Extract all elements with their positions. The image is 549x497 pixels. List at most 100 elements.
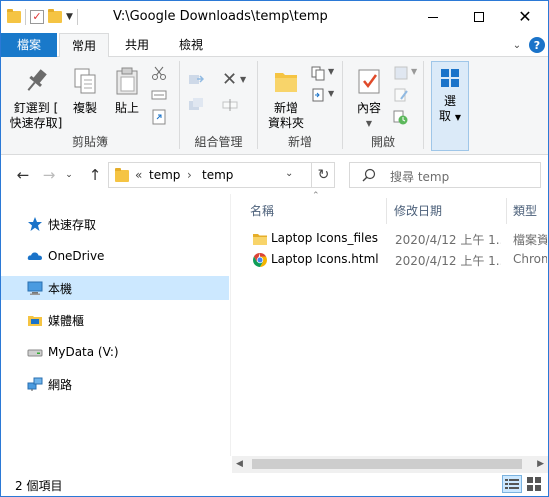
- help-icon[interactable]: ?: [529, 37, 545, 53]
- chevron-down-icon: ⌄: [65, 170, 73, 180]
- quick-access-toolbar: ✓ ▼: [7, 7, 78, 27]
- paste-label: 貼上: [114, 101, 139, 115]
- file-name: Laptop Icons_files: [271, 231, 378, 245]
- sort-ascending-icon: ⌃: [312, 191, 320, 201]
- scroll-right-icon[interactable]: ▶: [537, 459, 544, 469]
- customize-qat-dropdown-icon[interactable]: ▼: [66, 12, 73, 22]
- move-to-icon[interactable]: [188, 71, 204, 87]
- easy-access-icon[interactable]: [310, 87, 326, 103]
- address-bar[interactable]: « temp › temp ⌄ ↻: [108, 162, 335, 188]
- clipboard-group: 釘選到 [ 快速存取] 複製 貼上 剪貼簿: [1, 57, 179, 155]
- copy-to-icon[interactable]: [188, 97, 204, 113]
- tab-file[interactable]: 檔案: [1, 33, 57, 57]
- new-folder-button[interactable]: 新增 資料夾: [262, 65, 310, 131]
- sidebar-item-quick-access[interactable]: 快速存取: [1, 212, 229, 236]
- sidebar-item-label: 本機: [48, 281, 73, 296]
- recent-locations-button[interactable]: ⌄: [63, 165, 75, 185]
- column-divider[interactable]: [506, 198, 507, 224]
- maximize-button[interactable]: [456, 1, 502, 33]
- horizontal-scrollbar[interactable]: ◀ ▶: [232, 456, 548, 473]
- address-overflow[interactable]: «: [135, 168, 142, 182]
- search-box[interactable]: 搜尋 temp: [349, 162, 541, 188]
- breadcrumb-segment[interactable]: temp: [202, 168, 233, 182]
- star-icon: [28, 217, 42, 231]
- open-icon[interactable]: [393, 65, 409, 81]
- up-arrow-icon: ↑: [88, 166, 102, 184]
- file-name: Laptop Icons.html: [271, 252, 379, 266]
- sidebar-item-network[interactable]: 網路: [1, 372, 229, 396]
- file-date: 2020/4/12 上午 1...: [395, 233, 501, 247]
- forward-button[interactable]: →: [39, 165, 59, 185]
- scroll-left-icon[interactable]: ◀: [236, 459, 243, 469]
- copy-path-icon[interactable]: [151, 87, 167, 103]
- file-list: ⌃ 名稱 修改日期 類型 Laptop Icons_files 2020/4/1…: [232, 191, 548, 456]
- properties-label: 內容: [356, 101, 381, 115]
- tab-view[interactable]: 檢視: [165, 33, 217, 57]
- file-type: 檔案資: [513, 233, 547, 247]
- sidebar-item-mydata-drive[interactable]: MyData (V:): [1, 340, 229, 364]
- pin-to-quick-access-button[interactable]: 釘選到 [ 快速存取]: [7, 65, 65, 131]
- search-input[interactable]: 搜尋 temp: [390, 168, 449, 185]
- easy-access-dropdown-icon[interactable]: ▼: [328, 89, 334, 98]
- organize-group: ✕ ▼ 組合管理: [180, 57, 257, 155]
- edit-icon[interactable]: [393, 87, 409, 103]
- sidebar-item-libraries[interactable]: 媒體櫃: [1, 308, 229, 332]
- open-dropdown-icon[interactable]: ▼: [411, 67, 417, 76]
- back-arrow-icon: ←: [16, 166, 30, 184]
- delete-icon[interactable]: ✕: [222, 69, 237, 90]
- cut-icon[interactable]: [151, 65, 167, 81]
- minimize-button[interactable]: [410, 1, 456, 33]
- pin-icon: [20, 65, 52, 97]
- column-divider[interactable]: [386, 198, 387, 224]
- new-group: 新增 資料夾 ▼ ▼ 新增: [258, 57, 342, 155]
- address-history-dropdown-icon[interactable]: ⌄: [285, 168, 293, 179]
- sidebar-item-label: 快速存取: [48, 217, 97, 232]
- tab-home[interactable]: 常用: [59, 33, 109, 58]
- column-type[interactable]: 類型: [513, 202, 537, 219]
- title-bar: ✓ ▼ V:\Google Downloads\temp\temp ✕: [1, 1, 548, 33]
- sidebar-item-label: 媒體櫃: [48, 313, 85, 328]
- properties-dropdown-icon[interactable]: ▼: [347, 116, 391, 131]
- folder-icon: [252, 231, 268, 247]
- expand-ribbon-icon[interactable]: ⌄: [509, 37, 525, 53]
- properties-button[interactable]: 內容 ▼: [347, 65, 391, 131]
- breadcrumb-separator[interactable]: ›: [187, 168, 192, 182]
- breadcrumb-segment[interactable]: temp: [149, 168, 180, 182]
- new-folder-qat-icon[interactable]: [48, 9, 62, 23]
- sidebar-item-label: 網路: [48, 377, 73, 392]
- sidebar-item-onedrive[interactable]: OneDrive: [1, 244, 229, 268]
- properties-qat-icon[interactable]: ✓: [30, 10, 44, 24]
- sidebar-item-this-pc[interactable]: 本機: [1, 276, 229, 300]
- large-icons-view-button[interactable]: [524, 475, 544, 493]
- history-icon[interactable]: [393, 109, 409, 125]
- maximize-icon: [474, 12, 484, 22]
- sidebar-item-label: OneDrive: [48, 249, 105, 263]
- new-item-icon[interactable]: [310, 65, 326, 81]
- details-view-button[interactable]: [502, 475, 522, 493]
- delete-dropdown-icon[interactable]: ▼: [240, 75, 246, 84]
- refresh-button[interactable]: ↻: [311, 163, 335, 187]
- column-name[interactable]: 名稱: [250, 202, 274, 219]
- organize-group-label: 組合管理: [194, 135, 243, 149]
- copy-button[interactable]: 複製: [67, 65, 103, 116]
- pin-label-line1: 釘選到 [: [13, 101, 59, 115]
- toolbar-divider: [25, 9, 26, 25]
- rename-icon[interactable]: [222, 97, 238, 113]
- paste-shortcut-icon[interactable]: [151, 109, 167, 125]
- file-row[interactable]: Laptop Icons_files 2020/4/12 上午 1... 檔案資: [232, 228, 548, 250]
- pin-label-line2: 快速存取]: [9, 116, 63, 130]
- scrollbar-thumb[interactable]: [252, 459, 522, 469]
- refresh-icon: ↻: [317, 167, 330, 183]
- tab-share[interactable]: 共用: [113, 33, 161, 57]
- new-item-dropdown-icon[interactable]: ▼: [328, 67, 334, 76]
- copy-label: 複製: [72, 101, 97, 115]
- column-date-modified[interactable]: 修改日期: [394, 202, 442, 219]
- ribbon-tabs: 檔案 常用 共用 檢視 ⌄ ?: [1, 33, 548, 58]
- paste-button[interactable]: 貼上: [109, 65, 145, 116]
- up-button[interactable]: ↑: [85, 165, 105, 185]
- select-button[interactable]: 選 取 ▼: [431, 61, 469, 151]
- close-button[interactable]: ✕: [502, 1, 548, 33]
- close-icon: ✕: [518, 7, 532, 26]
- back-button[interactable]: ←: [13, 165, 33, 185]
- file-row[interactable]: Laptop Icons.html 2020/4/12 上午 1... Chro…: [232, 249, 548, 271]
